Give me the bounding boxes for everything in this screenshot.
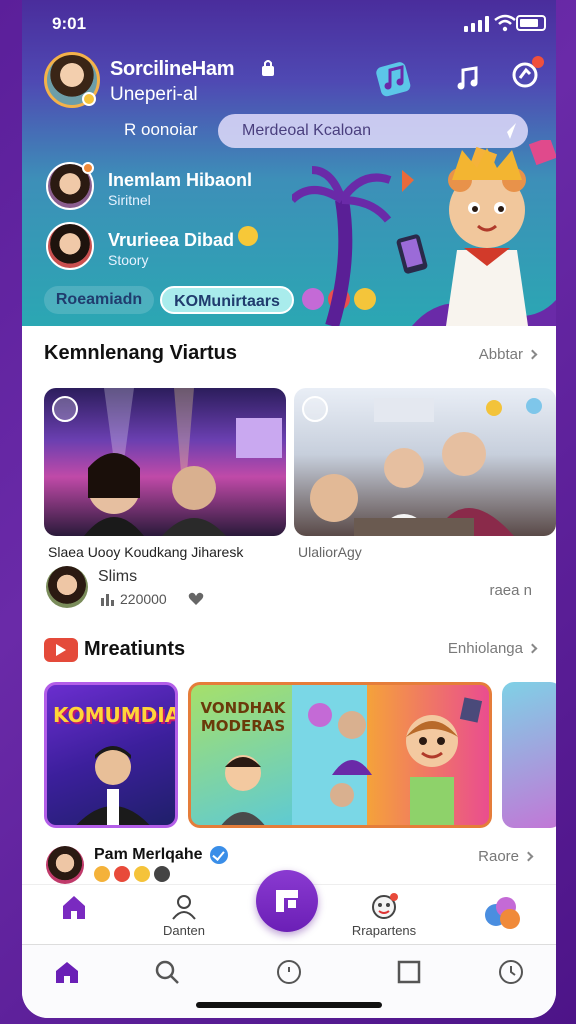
chevron-right-icon	[527, 643, 538, 654]
play-icon	[302, 396, 328, 422]
home-icon	[63, 896, 85, 919]
online-status-dot	[82, 92, 96, 106]
section-title-creations: Mreatiunts	[84, 638, 186, 660]
smile-emoji-icon	[238, 226, 258, 246]
content-tile-kids[interactable]	[292, 682, 492, 828]
section-link-label: Abbtar	[478, 346, 523, 363]
content-tile-moderas[interactable]: VONDHAK MODERAS	[188, 682, 292, 828]
friend-sub: Siritnel	[108, 192, 151, 208]
history-icon[interactable]	[498, 959, 524, 985]
nav-explore[interactable]	[462, 893, 542, 935]
status-bar: 9:01	[52, 12, 546, 38]
battery-icon	[516, 15, 546, 31]
play-badge-icon	[44, 638, 78, 662]
profile-name: SorcilineHam	[110, 58, 235, 80]
nav-reports[interactable]: Rrapartens	[344, 893, 424, 938]
creator-meta-label: Raore	[478, 848, 519, 865]
content-tile-komunitas[interactable]: KOMUMDIAS	[44, 682, 178, 828]
section-link-label: Enhiolanga	[447, 640, 523, 657]
friend-avatar[interactable]	[46, 222, 94, 270]
chip-komunitas[interactable]: KOMunirtaars	[160, 286, 294, 314]
author-stat: 220000	[120, 591, 167, 607]
reaction-icon	[154, 866, 170, 882]
nav-label: Danten	[163, 923, 205, 938]
video-caption: UlaliorAgy	[298, 544, 362, 560]
header-banner: 9:01 SorcilineHam Uneperi-al R oonoiar M…	[22, 0, 556, 326]
balloons-icon	[485, 897, 520, 929]
video-card-concert[interactable]	[44, 388, 286, 536]
creator-name: Pam Merlqahe	[94, 846, 203, 863]
presenter-illustration	[76, 746, 150, 825]
video-card-gathering[interactable]	[294, 388, 556, 536]
friend-name: Vrurieea Dibad	[108, 230, 235, 250]
home-indicator	[196, 1002, 382, 1008]
chevron-right-icon	[523, 851, 534, 862]
create-icon	[276, 890, 298, 912]
home-icon[interactable]	[54, 959, 80, 985]
reaction-icon	[114, 866, 130, 882]
heart-icon[interactable]	[188, 592, 204, 606]
create-fab-button[interactable]	[256, 870, 318, 932]
video-caption: Slaea Uooy Koudkang Jiharesk	[48, 544, 244, 560]
friend-status-dot	[82, 162, 94, 174]
author-name: Slims	[98, 568, 138, 585]
status-time: 9:01	[52, 14, 87, 33]
reaction-icon	[94, 866, 110, 882]
friend-sub: Stoory	[108, 252, 149, 268]
section-title-videos: Kemnlenang Viartus	[44, 342, 238, 364]
mascot-illustration	[292, 140, 556, 326]
person-icon	[172, 895, 196, 920]
bar-chart-icon	[101, 594, 114, 606]
signal-icon	[464, 16, 492, 32]
creator-meta[interactable]: Raore	[478, 848, 534, 865]
notification-badge	[532, 56, 544, 68]
nav-label: Rrapartens	[351, 923, 417, 938]
section-link-all[interactable]: Abbtar	[478, 346, 538, 363]
play-icon	[52, 396, 78, 422]
music-icon[interactable]	[454, 64, 482, 92]
square-icon[interactable]	[396, 959, 422, 985]
chip-roeamiadn[interactable]: Roeamiadn	[44, 286, 154, 314]
reaction-icon	[134, 866, 150, 882]
section-meta: raea n	[489, 582, 532, 599]
creator-avatar[interactable]	[46, 846, 84, 884]
app-screen: 9:01 SorcilineHam Uneperi-al R oonoiar M…	[22, 0, 556, 1018]
emoji-face-icon	[372, 893, 398, 919]
content-tile-partial[interactable]	[502, 682, 556, 828]
concert-image	[84, 388, 282, 536]
search-icon[interactable]	[154, 959, 180, 985]
search-placeholder: Merdeoal Kcaloan	[242, 122, 371, 139]
author-avatar[interactable]	[46, 566, 88, 608]
verified-icon	[210, 846, 228, 864]
wifi-icon	[494, 14, 516, 32]
lock-icon	[262, 60, 274, 76]
nav-profile[interactable]: Danten	[144, 893, 224, 938]
music-note-sticker-icon	[376, 62, 411, 97]
clock-badge-icon[interactable]	[276, 959, 302, 985]
tab-left[interactable]: R oonoiar	[124, 120, 198, 140]
gathering-image	[310, 398, 542, 536]
send-icon[interactable]	[498, 121, 518, 141]
section-link-more[interactable]: Enhiolanga	[447, 640, 538, 657]
nav-home[interactable]	[34, 893, 114, 923]
friend-name: Inemlam Hibaonl	[108, 170, 253, 190]
profile-subtitle: Uneperi-al	[110, 84, 198, 105]
cartoon-illustration	[221, 755, 265, 825]
chevron-right-icon	[527, 349, 538, 360]
kids-illustration	[308, 697, 483, 825]
